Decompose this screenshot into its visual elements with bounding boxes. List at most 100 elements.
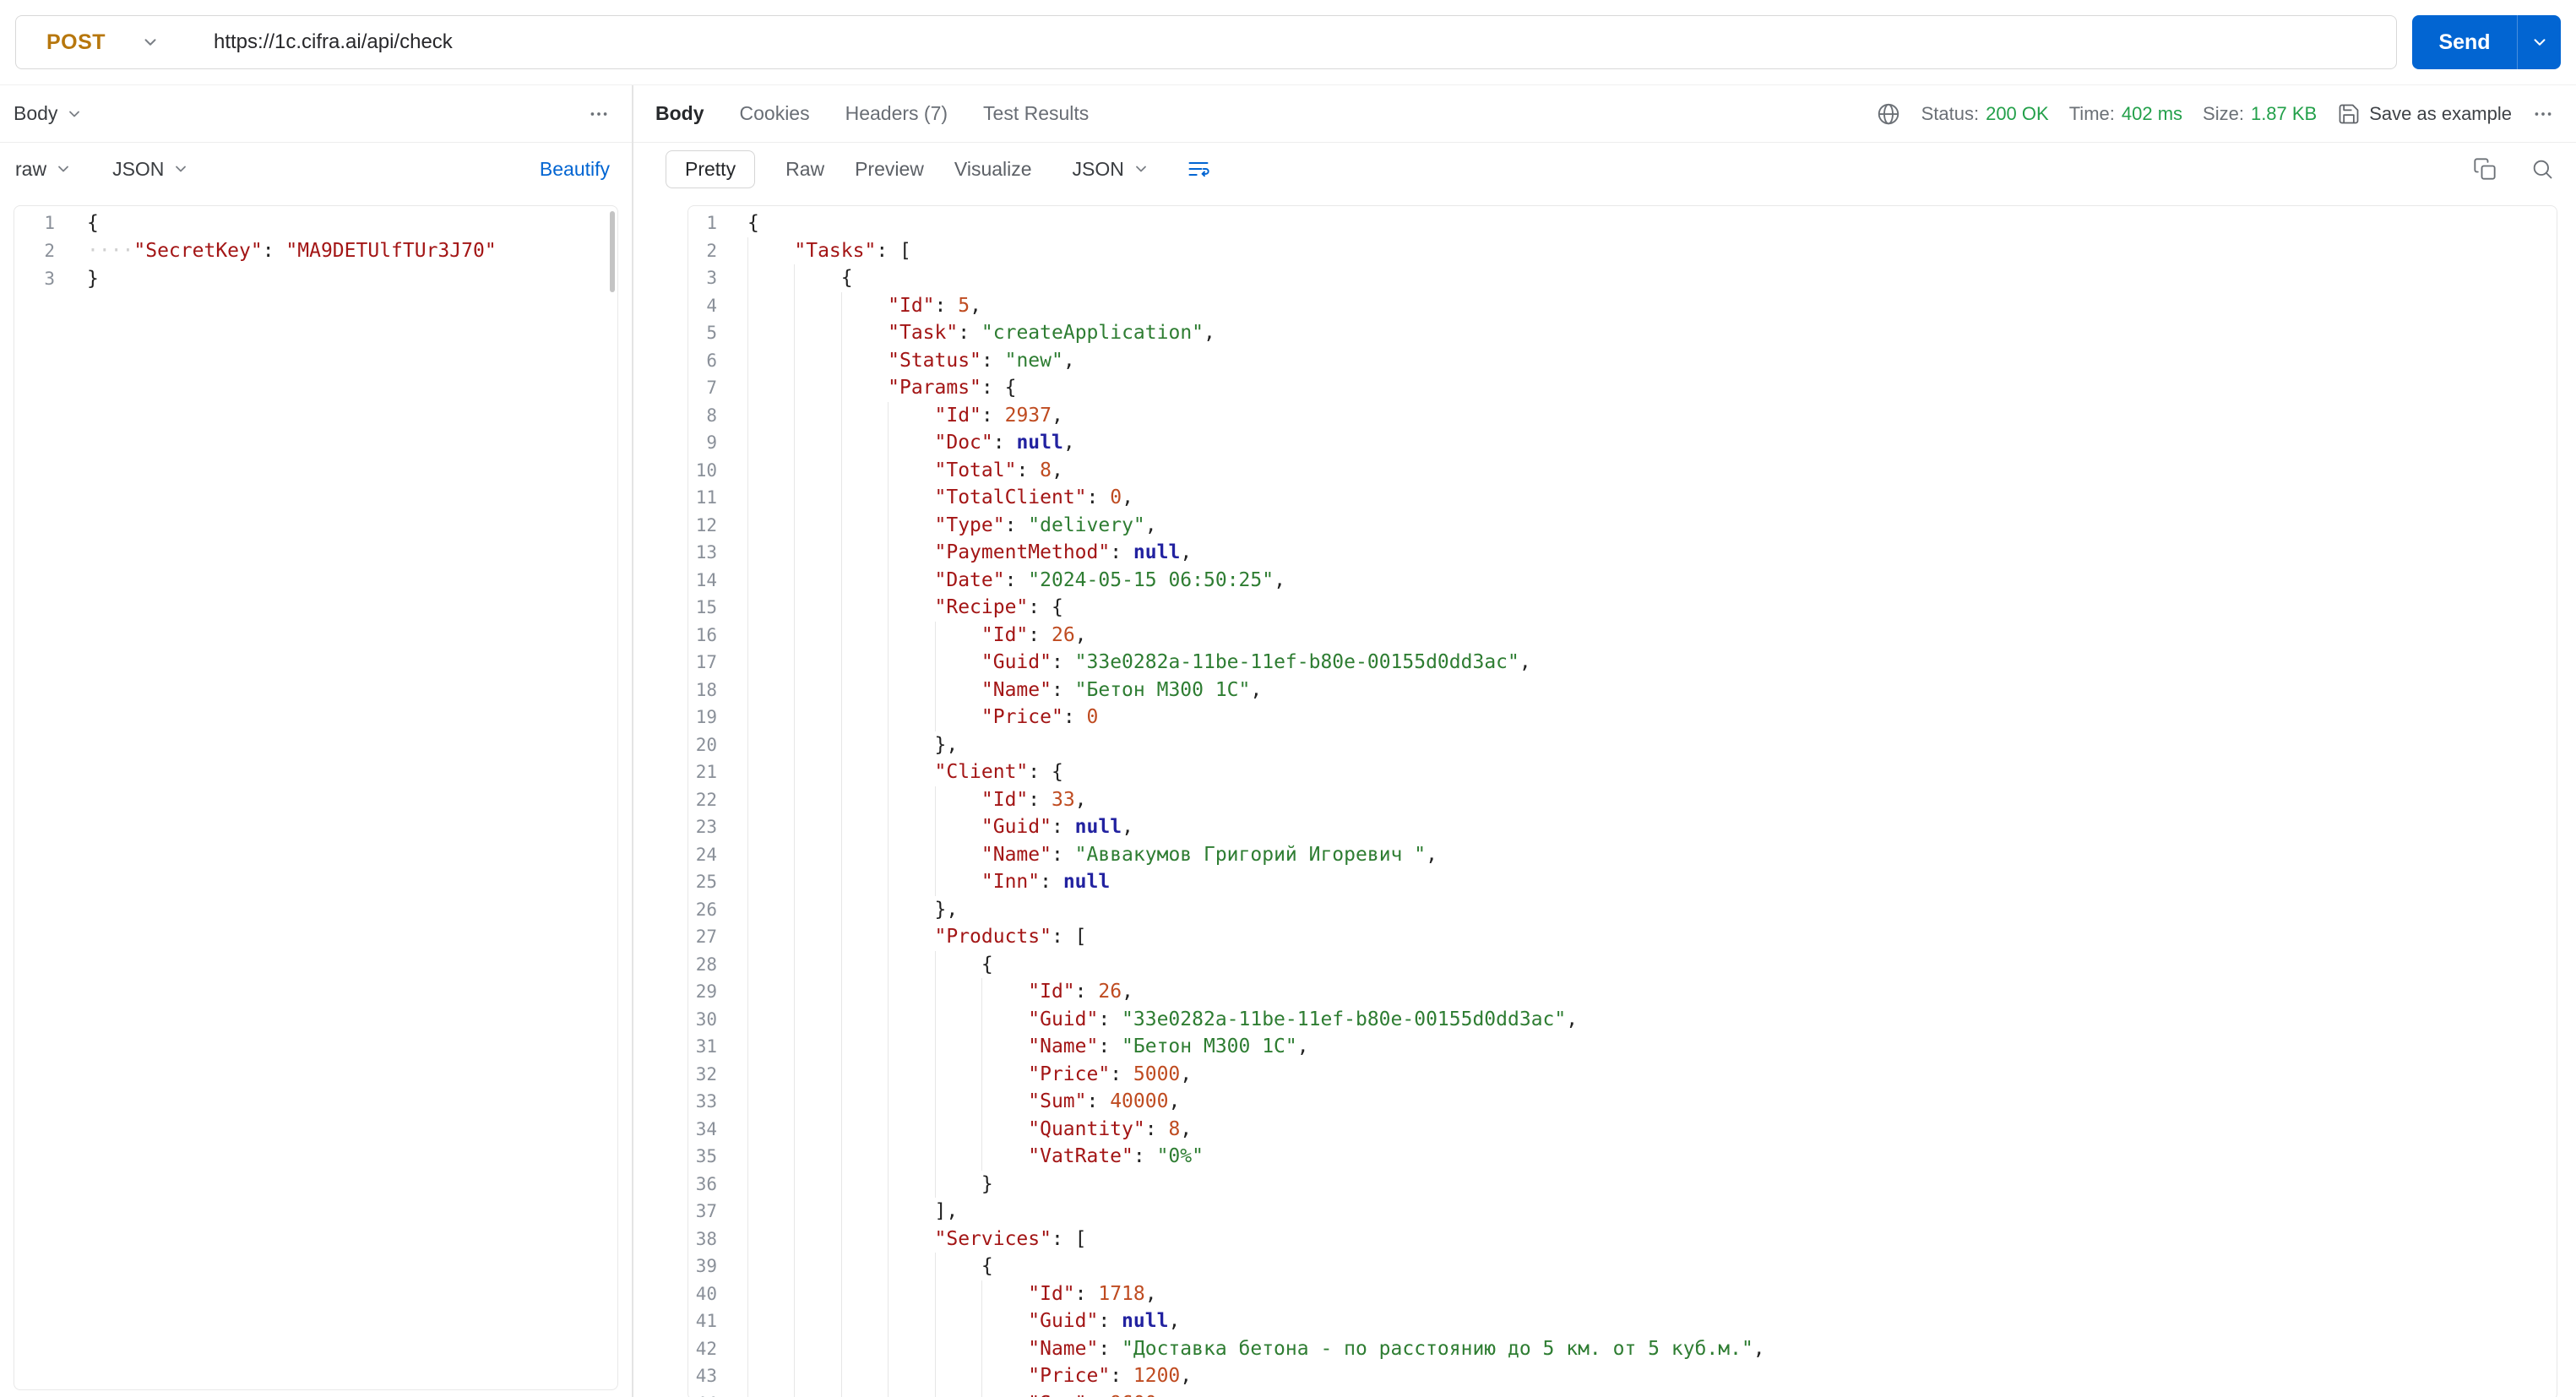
line-number: 44 [688,1390,717,1397]
code-text: "Name": "Бетон М300 1С", [717,1033,1309,1061]
code-line: 17 "Guid": "33e0282a-11be-11ef-b80e-00155… [688,649,2557,677]
code-line: 31 "Name": "Бетон М300 1С", [688,1033,2557,1061]
code-text: "Tasks": [ [717,236,911,264]
view-mode-pretty[interactable]: Pretty [666,149,756,188]
wrap-text-button[interactable] [1187,157,1210,181]
view-mode-visualize[interactable]: Visualize [954,158,1032,181]
code-line: 41 "Guid": null, [688,1307,2557,1335]
app-root: POST https://1c.cifra.ai/api/check Send … [0,0,2576,1397]
code-text: "Status": "new", [717,346,1075,374]
code-text: "Guid": "33e0282a-11be-11ef-b80e-00155d0… [717,1005,1578,1033]
globe-icon [1878,103,1899,124]
line-number: 7 [706,378,717,398]
more-options-icon[interactable] [2532,103,2554,125]
line-number: 34 [695,1118,717,1139]
url-box: POST https://1c.cifra.ai/api/check [15,15,2397,69]
response-tab-row: Body Cookies Headers (7) Test Results St… [633,85,2576,143]
language-select[interactable]: JSON [112,158,189,181]
chevron-down-icon [144,39,156,46]
response-body-viewer[interactable]: 1{2 "Tasks": [3{4 "Id": 5, 5 "Task": "create… [687,205,2557,1397]
tab-body[interactable]: Body [655,102,704,125]
code-text: "Price": 5000, [717,1060,1192,1088]
code-text: "Services": [ [717,1225,1087,1253]
code-text: "Date": "2024-05-15 06:50:25", [717,566,1285,594]
tab-cookies[interactable]: Cookies [740,102,810,125]
code-line: 18 "Name": "Бетон М300 1С", [688,676,2557,704]
view-mode-preview[interactable]: Preview [855,158,924,181]
language-label: JSON [112,157,165,180]
status-badge: Status: 200 OK [1921,103,2049,125]
line-number: 32 [695,1063,717,1084]
code-line: 12 "Type": "delivery", [688,511,2557,539]
code-line: 7 "Params": { [688,374,2557,402]
line-number: 17 [695,652,717,672]
code-text: "Quantity": 8, [717,1115,1192,1143]
code-line: 5 "Task": "createApplication", [688,319,2557,347]
line-number: 8 [706,405,717,426]
line-number: 40 [695,1283,717,1304]
code-text: "Recipe": { [717,594,1063,622]
tab-test-results[interactable]: Test Results [983,102,1089,125]
request-code: 1{2 ····"SecretKey": "MA9DETUlfTUr3J70" 3} [14,209,617,293]
time-value: 402 ms [2121,102,2183,124]
code-text: "PaymentMethod": null, [717,539,1192,567]
more-options-icon[interactable] [588,103,610,125]
response-toolbar: Pretty Raw Preview Visualize JSON [633,143,2576,195]
body-type-select[interactable]: Body [14,102,83,125]
request-body-editor[interactable]: 1{2 ····"SecretKey": "MA9DETUlfTUr3J70" 3} [14,205,618,1390]
scrollbar-thumb[interactable] [610,211,615,292]
chevron-down-icon [69,111,80,117]
size-label: Size: [2203,102,2244,124]
tab-headers[interactable]: Headers (7) [845,102,948,125]
url-input[interactable]: https://1c.cifra.ai/api/check [214,30,453,54]
code-line: 30 "Guid": "33e0282a-11be-11ef-b80e-00155… [688,1005,2557,1033]
code-text: "Price": 1200, [717,1362,1192,1390]
time-label: Time: [2068,102,2115,124]
send-options-button[interactable] [2517,15,2561,69]
line-number: 35 [695,1146,717,1166]
code-line: 36} [688,1170,2557,1198]
network-icon[interactable] [1876,101,1901,127]
copy-icon [2474,158,2496,180]
code-text: "Type": "delivery", [717,511,1157,539]
code-line: 28{ [688,950,2557,978]
code-line: 3} [14,265,617,293]
format-select[interactable]: raw [15,158,72,181]
code-text: } [87,268,99,290]
method-select[interactable]: POST [16,16,185,68]
code-line: 26}, [688,895,2557,923]
code-line: 25 "Inn": null [688,868,2557,896]
response-code: 1{2 "Tasks": [3{4 "Id": 5, 5 "Task": "create… [688,209,2557,1397]
code-line: 24 "Name": "Аввакумов Григорий Игоревич "… [688,840,2557,868]
code-line: 29 "Id": 26, [688,978,2557,1006]
code-text: "Total": 8, [717,456,1063,484]
copy-button[interactable] [2473,157,2497,181]
search-button[interactable] [2530,157,2554,181]
line-number: 14 [695,569,717,590]
save-as-example-button[interactable]: Save as example [2337,102,2512,126]
line-number: 36 [695,1173,717,1194]
text-wrap-icon [1188,162,1209,177]
code-text: "Id": 1718, [717,1280,1157,1307]
ellipsis-icon [590,111,607,116]
code-line: 19 "Price": 0 [688,704,2557,731]
line-number: 30 [695,1008,717,1030]
beautify-button[interactable]: Beautify [540,158,610,181]
status-label: Status: [1921,102,1980,124]
response-language-select[interactable]: JSON [1073,158,1149,181]
code-line: 14 "Date": "2024-05-15 06:50:25", [688,566,2557,594]
format-label: raw [15,157,47,180]
line-number: 6 [706,350,717,371]
line-number: 31 [695,1036,717,1057]
view-mode-raw[interactable]: Raw [785,158,824,181]
code-text: "Inn": null [717,868,1110,896]
line-number: 37 [695,1201,717,1221]
code-line: 6 "Status": "new", [688,346,2557,374]
send-button[interactable]: Send [2412,15,2517,69]
code-text: ····"SecretKey": "MA9DETUlfTUr3J70" [87,240,497,262]
code-line: 1{ [14,209,617,237]
code-line: 43 "Price": 1200, [688,1362,2557,1390]
method-label: POST [46,30,106,54]
code-text: "Client": { [717,758,1063,786]
line-number: 19 [695,707,717,727]
